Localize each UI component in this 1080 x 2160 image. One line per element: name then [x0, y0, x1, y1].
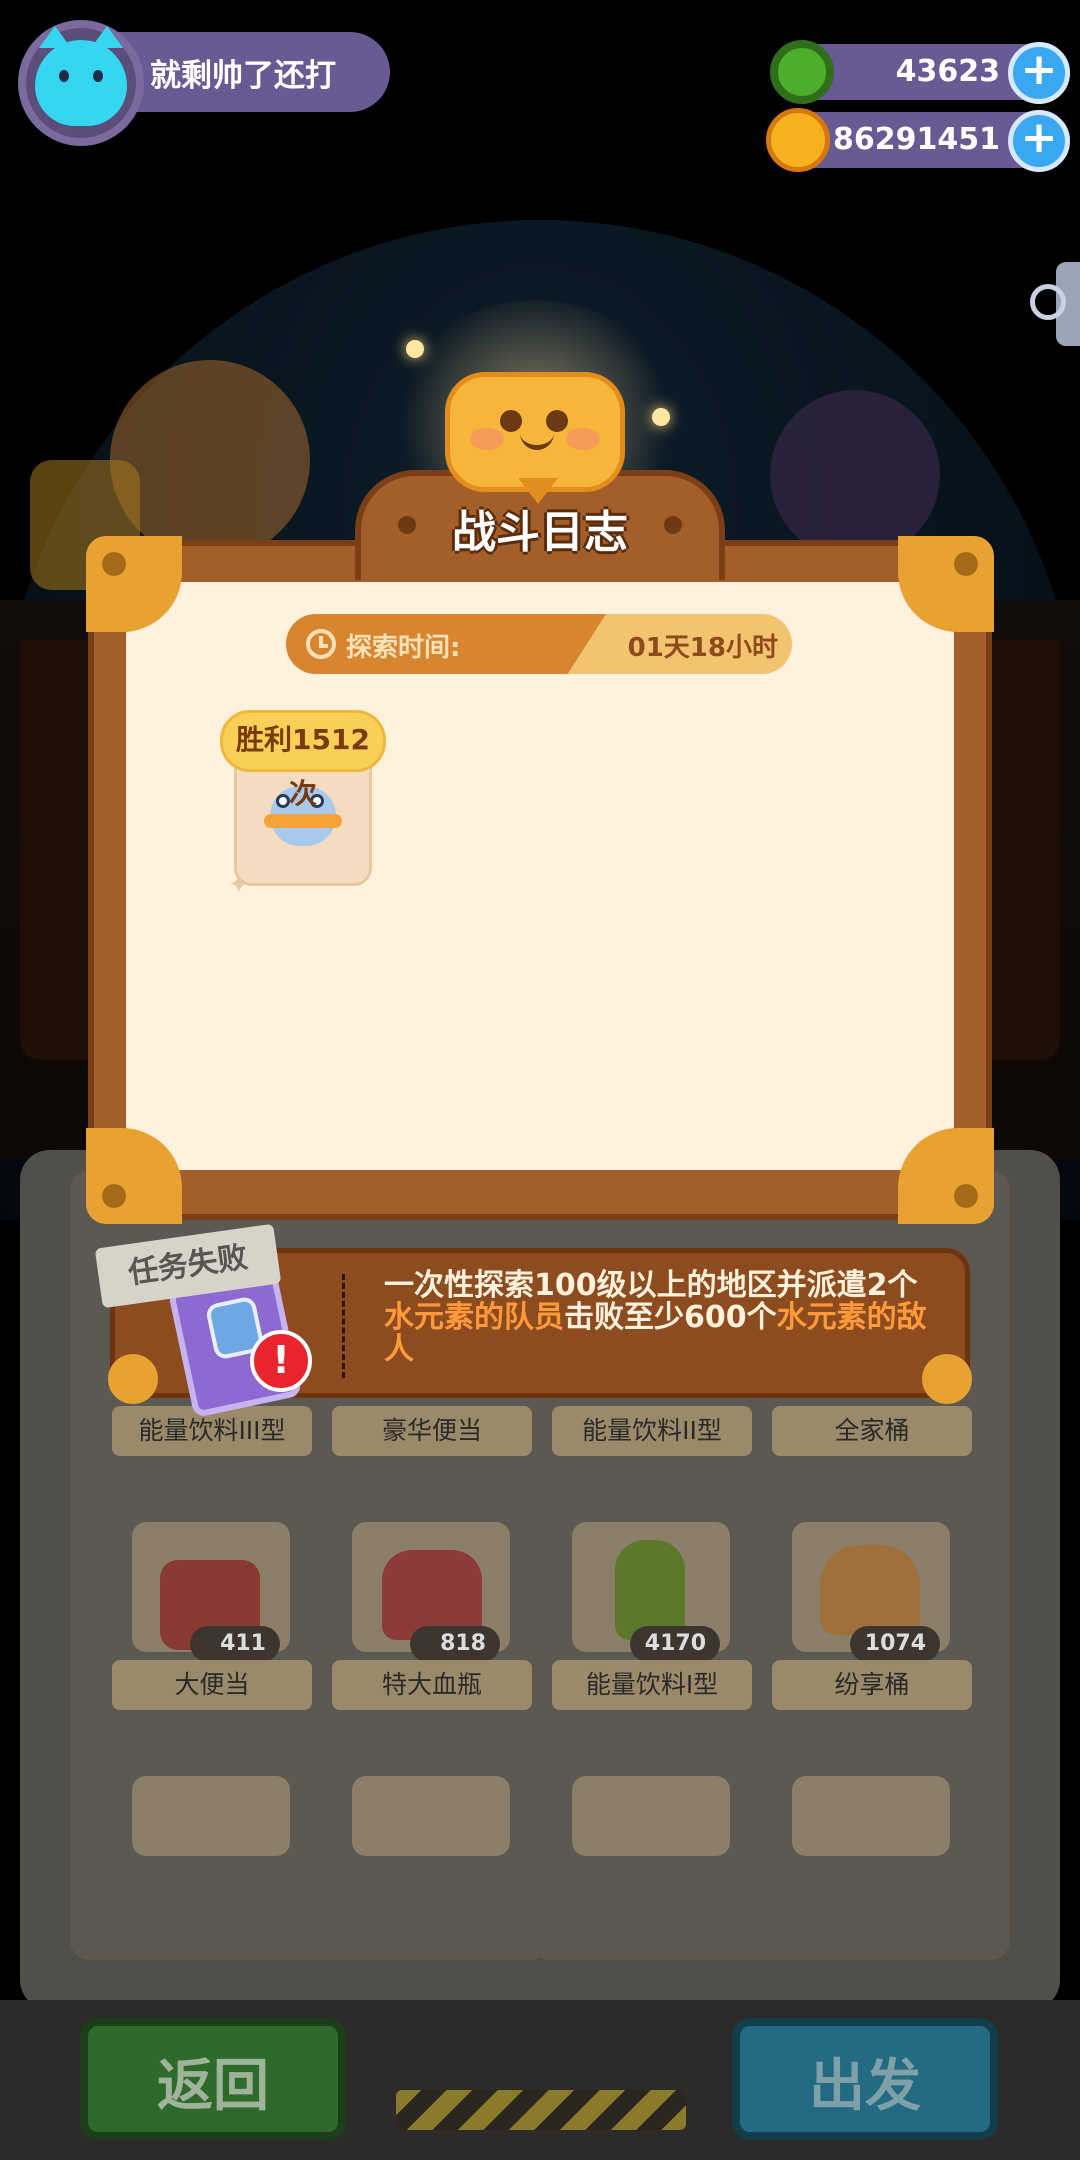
mission-text: 一次性探索100级以上的地区并派遣2个 — [384, 1268, 918, 1303]
corner-rivet — [954, 1184, 978, 1208]
item-label: 特大血瓶 — [332, 1660, 532, 1710]
mission-corner — [108, 1354, 158, 1404]
bubble-cheek — [470, 428, 504, 450]
time-value: 01天18小时 — [627, 633, 778, 663]
item-count: 818 — [410, 1626, 500, 1662]
item-label: 豪华便当 — [332, 1406, 532, 1456]
player-avatar[interactable] — [18, 20, 144, 146]
currency-value: 86291451 — [833, 122, 1000, 157]
item-count: 411 — [190, 1626, 280, 1662]
warning-icon: ! — [250, 1330, 312, 1392]
add-coins-button[interactable]: + — [1008, 110, 1070, 172]
bubble-eye — [546, 410, 568, 432]
crocodile-eye — [276, 794, 290, 808]
mission-separator — [342, 1274, 345, 1378]
item-label: 大便当 — [112, 1660, 312, 1710]
avatar-eye — [59, 70, 69, 82]
bubble-cheek — [566, 428, 600, 450]
green-ring-icon — [770, 40, 834, 104]
glow-orb — [652, 408, 670, 426]
item-label: 纷享桶 — [772, 1660, 972, 1710]
depart-button[interactable]: 出发 — [732, 2018, 998, 2140]
sparkle-icon: ✦ — [228, 870, 250, 900]
mission-text: 击败至少600个 — [564, 1300, 777, 1335]
mission-description: 一次性探索100级以上的地区并派遣2个水元素的队员击败至少600个水元素的敌人 — [384, 1270, 944, 1366]
item-count: 1074 — [850, 1626, 940, 1662]
back-button[interactable]: 返回 — [80, 2018, 346, 2140]
dialog-title: 战斗日志 — [452, 507, 628, 558]
bucket-icon — [820, 1545, 920, 1635]
cat-avatar-icon — [35, 26, 127, 126]
player-name: 就剩帅了还打 — [150, 58, 336, 94]
time-label: 探索时间: — [346, 633, 461, 663]
item-tile[interactable] — [132, 1776, 290, 1856]
item-tile[interactable] — [792, 1776, 950, 1856]
item-tile[interactable] — [572, 1776, 730, 1856]
glow-orb — [406, 340, 424, 358]
bottle-icon — [615, 1540, 685, 1640]
currency-value: 43623 — [895, 54, 1000, 89]
bubble-eye — [500, 410, 522, 432]
item-tile[interactable] — [352, 1776, 510, 1856]
clock-icon — [306, 629, 336, 659]
corner-rivet — [954, 552, 978, 576]
mission-highlight: 水元素的队员 — [384, 1300, 564, 1335]
corner-rivet — [102, 1184, 126, 1208]
item-label: 能量饮料I型 — [552, 1660, 752, 1710]
item-label: 能量饮料II型 — [552, 1406, 752, 1456]
item-label: 全家桶 — [772, 1406, 972, 1456]
add-rings-button[interactable]: + — [1008, 42, 1070, 104]
exploration-time-pill: 探索时间: 01天18小时 — [286, 614, 792, 674]
gold-planet-icon — [766, 108, 830, 172]
corner-rivet — [102, 552, 126, 576]
victory-count-badge: 胜利1512次 — [220, 710, 386, 810]
scissors-icon[interactable] — [1030, 284, 1066, 320]
hazard-stripe — [396, 2090, 686, 2130]
item-count: 4170 — [630, 1626, 720, 1662]
avatar-eye — [93, 70, 103, 82]
